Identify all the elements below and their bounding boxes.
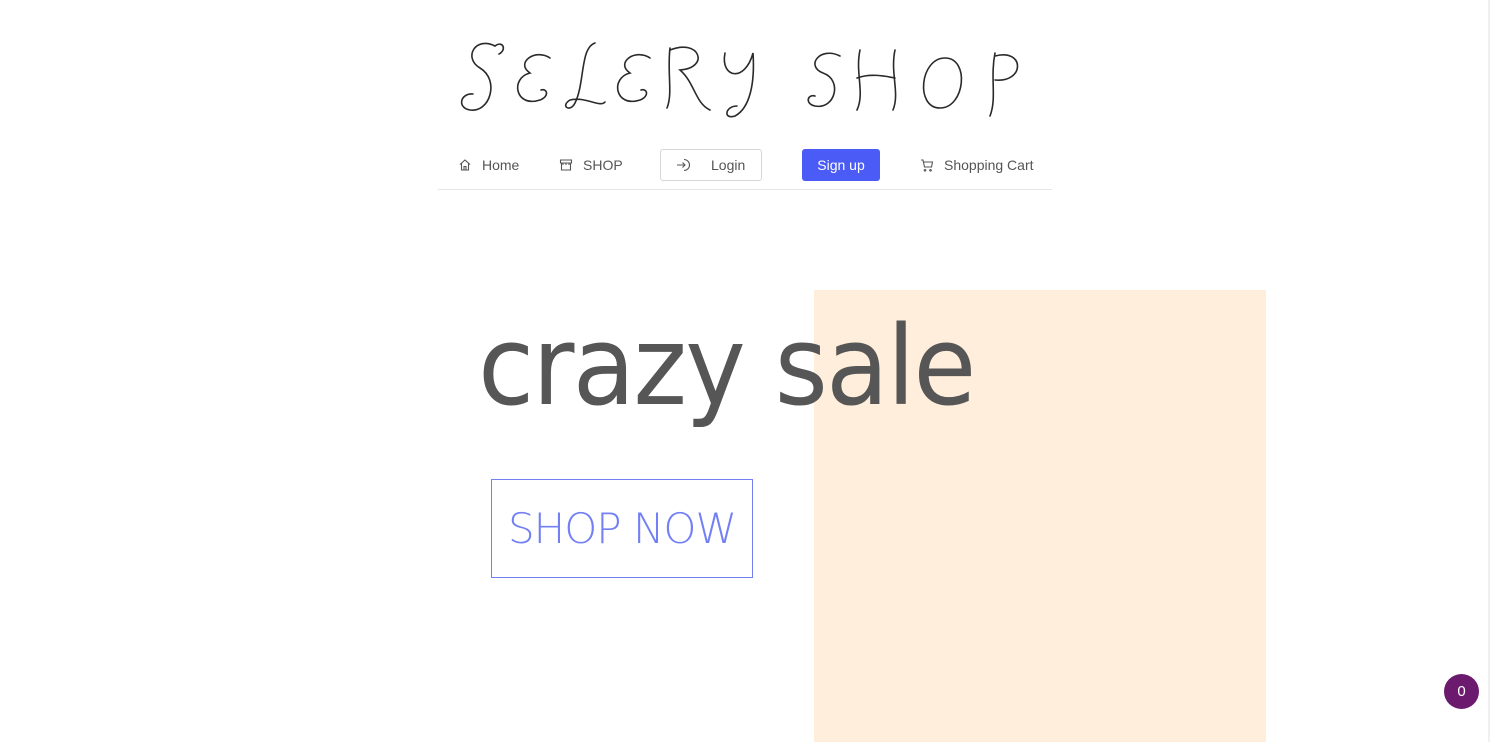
site-logo[interactable]: [455, 28, 1020, 120]
hero-title: crazy sale: [478, 302, 976, 430]
login-label: Login: [711, 157, 746, 173]
home-icon: [458, 158, 472, 172]
nav-shop-link[interactable]: SHOP: [559, 149, 623, 181]
signup-label: Sign up: [817, 157, 865, 173]
site-logo-script: [460, 42, 1019, 118]
floating-count-badge[interactable]: 0: [1444, 674, 1479, 709]
nav-home-link[interactable]: Home: [458, 149, 519, 181]
signup-button[interactable]: Sign up: [802, 149, 880, 181]
page: Home SHOP Login Sign up Shopping Cart cr…: [0, 0, 1490, 742]
shop-now-button[interactable]: SHOP NOW: [491, 479, 753, 578]
cart-icon: [920, 158, 934, 172]
shop-icon: [559, 158, 573, 172]
login-button[interactable]: Login: [660, 149, 762, 181]
nav-cart-link[interactable]: Shopping Cart: [920, 149, 1034, 181]
nav-home-label: Home: [482, 157, 520, 173]
login-icon: [675, 157, 691, 173]
nav-shop-label: SHOP: [583, 157, 623, 173]
nav-cart-label: Shopping Cart: [944, 157, 1034, 173]
main-nav: Home SHOP Login Sign up Shopping Cart: [438, 140, 1052, 190]
